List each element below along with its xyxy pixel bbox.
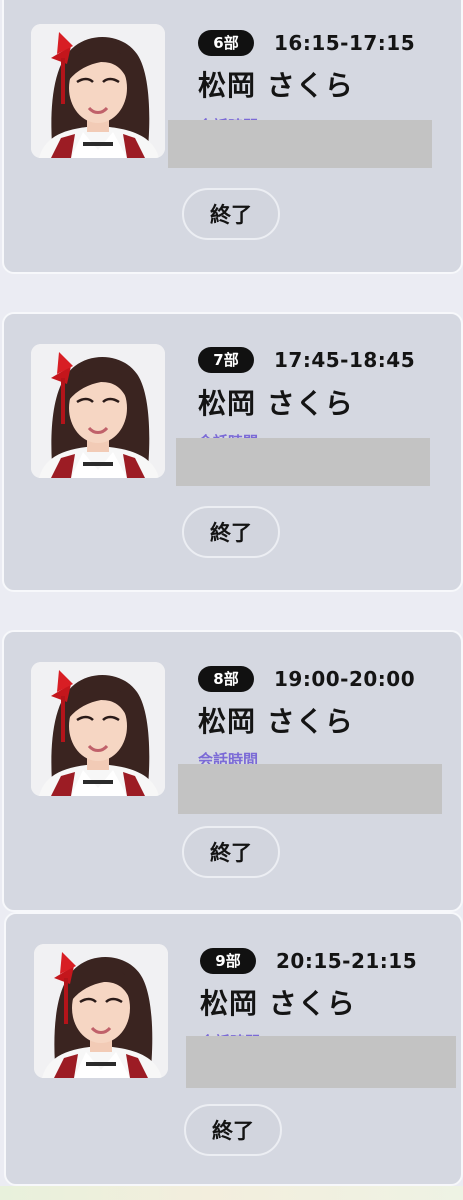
member-name: 松岡 さくら [198,69,354,102]
redaction-box [178,764,442,814]
member-photo [34,944,168,1078]
member-name: 松岡 さくら [200,987,356,1020]
session-card-6: 6部 16:15-17:15 松岡 さくら 会話時間 終了 [2,0,463,274]
end-button[interactable]: 終了 [184,1104,282,1156]
session-time: 17:45-18:45 [274,348,416,372]
session-card-9: 9部 20:15-21:15 松岡 さくら 会話時間 終了 [4,912,463,1186]
part-badge: 8部 [198,666,254,692]
member-name: 松岡 さくら [198,705,354,738]
end-button[interactable]: 終了 [182,188,280,240]
member-name: 松岡 さくら [198,387,354,420]
member-photo [31,344,165,478]
session-time: 16:15-17:15 [274,31,416,55]
redaction-box [176,438,430,486]
member-photo [31,662,165,796]
redaction-box [186,1036,456,1088]
end-button[interactable]: 終了 [182,506,280,558]
session-card-8: 8部 19:00-20:00 松岡 さくら 会話時間 終了 [2,630,463,912]
part-badge: 7部 [198,347,254,373]
session-card-7: 7部 17:45-18:45 松岡 さくら 会話時間 終了 [2,312,463,592]
session-time: 19:00-20:00 [274,667,416,691]
redaction-box [168,120,432,168]
part-badge: 6部 [198,30,254,56]
page-background-strip [0,1186,463,1200]
session-time: 20:15-21:15 [276,949,418,973]
part-badge: 9部 [200,948,256,974]
member-photo [31,24,165,158]
talk-time-link[interactable]: 会話時間 [198,750,258,764]
end-button[interactable]: 終了 [182,826,280,878]
